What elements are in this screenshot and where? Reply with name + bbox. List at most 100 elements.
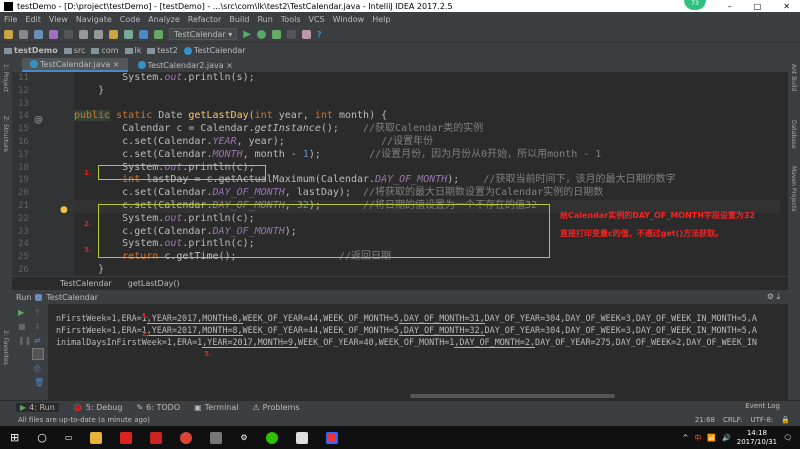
menu-navigate[interactable]: Navigate	[76, 15, 112, 24]
caret-position[interactable]: 21:68	[695, 416, 715, 424]
settings-gear-icon[interactable]: ⚙ ⤓	[767, 292, 788, 302]
undo-icon[interactable]	[49, 29, 58, 39]
soft-wrap-icon[interactable]: ⇌	[34, 336, 41, 345]
maven-tool-button[interactable]: Maven Projects	[790, 166, 797, 211]
trash-icon[interactable]: 🗑	[34, 378, 44, 387]
run-config-dropdown[interactable]: TestCalendar ▾	[169, 28, 238, 40]
tab-testcalendar[interactable]: TestCalendar.java ×	[22, 58, 128, 72]
stop-icon[interactable]	[287, 29, 296, 39]
build-icon[interactable]	[154, 29, 163, 39]
nav-crumb-src[interactable]: src	[63, 46, 85, 55]
run-config-icon	[35, 293, 43, 301]
run-icon[interactable]: ▶	[243, 29, 251, 40]
lock-icon[interactable]: 🔒	[781, 416, 790, 424]
app-icon-red[interactable]	[120, 431, 133, 444]
intellij-taskbar-icon[interactable]	[325, 431, 338, 444]
open-icon[interactable]	[4, 29, 13, 39]
nav-crumb-com[interactable]: com	[91, 46, 119, 55]
menu-refactor[interactable]: Refactor	[188, 15, 222, 24]
menu-build[interactable]: Build	[229, 15, 249, 24]
menu-view[interactable]: View	[49, 15, 68, 24]
network-icon[interactable]: 📶	[707, 434, 716, 442]
clock[interactable]: 14:18 2017/10/31	[737, 429, 777, 447]
task-view-icon[interactable]: ▭	[65, 433, 73, 442]
bottom-tab-label: Terminal	[204, 403, 239, 412]
run-config-name[interactable]: TestCalendar	[46, 293, 98, 302]
rerun-icon[interactable]: ▶	[18, 308, 24, 317]
sync-icon[interactable]	[34, 29, 43, 39]
favorites-tool-button[interactable]: 2: Favorites	[2, 330, 9, 365]
breadcrumb-class[interactable]: TestCalendar	[60, 279, 112, 288]
nav-crumb-testdemo[interactable]: testDemo	[4, 46, 58, 55]
bottom-tab-2[interactable]: ✎ 6: TODO	[136, 403, 180, 412]
bottom-tab-3[interactable]: ▣ Terminal	[194, 403, 238, 412]
console-text: nFirstWeek=1,ERA=1	[56, 325, 147, 335]
code-breadcrumb: TestCalendar getLastDay()	[12, 276, 788, 290]
up-icon[interactable]: ↑	[34, 308, 41, 317]
nav-crumb-test2[interactable]: test2	[147, 46, 178, 55]
breadcrumb-method[interactable]: getLastDay()	[128, 279, 180, 288]
help-app-icon[interactable]	[295, 431, 308, 444]
bottom-tab-1[interactable]: 🐞 5: Debug	[73, 403, 123, 412]
debug-icon[interactable]	[257, 29, 266, 39]
nav-crumb-lk[interactable]: lk	[124, 46, 141, 55]
bottom-tab-0[interactable]: ▶ 4: Run	[16, 403, 59, 412]
stop-icon[interactable]: ■	[18, 322, 26, 331]
event-log-button[interactable]: Event Log	[745, 402, 780, 410]
menu-help[interactable]: Help	[372, 15, 390, 24]
paste-icon[interactable]	[109, 29, 118, 39]
maximize-button[interactable]: □	[754, 2, 762, 11]
tray-expand-icon[interactable]: ^	[682, 434, 688, 442]
coverage-icon[interactable]	[272, 29, 281, 39]
override-marker-icon[interactable]: @	[34, 115, 43, 125]
down-icon[interactable]: ↓	[34, 322, 41, 331]
save-icon[interactable]	[19, 29, 28, 39]
menu-analyze[interactable]: Analyze	[148, 15, 180, 24]
settings-icon[interactable]: ⚙	[240, 433, 247, 442]
chrome-icon[interactable]	[180, 431, 193, 444]
nav-crumb-testcalendar[interactable]: TestCalendar	[183, 46, 246, 55]
notification-icon[interactable]: 🗨	[783, 434, 792, 442]
tab-testcalendar2[interactable]: TestCalendar2.java ×	[130, 58, 241, 72]
app-icon-news[interactable]	[150, 431, 163, 444]
line-number: 15	[18, 124, 29, 135]
file-explorer-icon[interactable]	[90, 431, 103, 444]
debug-icon: 🐞	[72, 403, 83, 412]
minimize-button[interactable]: –	[728, 2, 732, 11]
pause-icon[interactable]: ❚❚	[18, 336, 31, 345]
project-tool-button[interactable]: 1: Project	[2, 64, 9, 92]
project-structure-icon[interactable]	[302, 29, 311, 39]
close-button[interactable]: ✕	[783, 2, 790, 11]
app-icon-gray[interactable]	[210, 431, 223, 444]
database-tool-button[interactable]: Database	[790, 120, 797, 149]
redo-icon[interactable]	[64, 29, 73, 39]
menu-code[interactable]: Code	[120, 15, 140, 24]
volume-icon[interactable]: 🔊	[722, 434, 731, 442]
print-icon[interactable]: ⎙	[34, 364, 40, 374]
copy-icon[interactable]	[94, 29, 103, 39]
back-icon[interactable]	[139, 29, 148, 39]
console-output[interactable]: nFirstWeek=1,ERA=1,YEAR=2017,MONTH=8,WEE…	[48, 304, 780, 400]
wechat-icon[interactable]	[265, 431, 278, 444]
structure-tool-button[interactable]: Z: Structure	[2, 116, 9, 152]
menu-file[interactable]: File	[4, 15, 17, 24]
search-circle-icon[interactable]: ○	[37, 431, 47, 444]
menu-vcs[interactable]: VCS	[309, 15, 325, 24]
cut-icon[interactable]	[79, 29, 88, 39]
lightbulb-icon[interactable]: ●	[60, 205, 68, 215]
menu-edit[interactable]: Edit	[25, 15, 41, 24]
help-icon[interactable]: ?	[317, 30, 322, 39]
windows-start-icon[interactable]: ⊞	[10, 431, 19, 444]
line-separator[interactable]: CRLF:	[723, 416, 743, 424]
file-encoding[interactable]: UTF-8:	[751, 416, 774, 424]
ime-icon[interactable]: 中	[694, 433, 701, 443]
menu-window[interactable]: Window	[333, 15, 365, 24]
bottom-tab-4[interactable]: ⚠ Problems	[252, 403, 299, 412]
menu-tools[interactable]: Tools	[281, 15, 301, 24]
ant-build-tool-button[interactable]: Ant Build	[790, 64, 797, 91]
console-horizontal-scrollbar[interactable]	[410, 394, 615, 398]
find-icon[interactable]	[124, 29, 133, 39]
scroll-to-end-icon[interactable]	[32, 348, 44, 360]
code-token: DAY_OF_MONTH	[375, 174, 448, 186]
menu-run[interactable]: Run	[257, 15, 272, 24]
